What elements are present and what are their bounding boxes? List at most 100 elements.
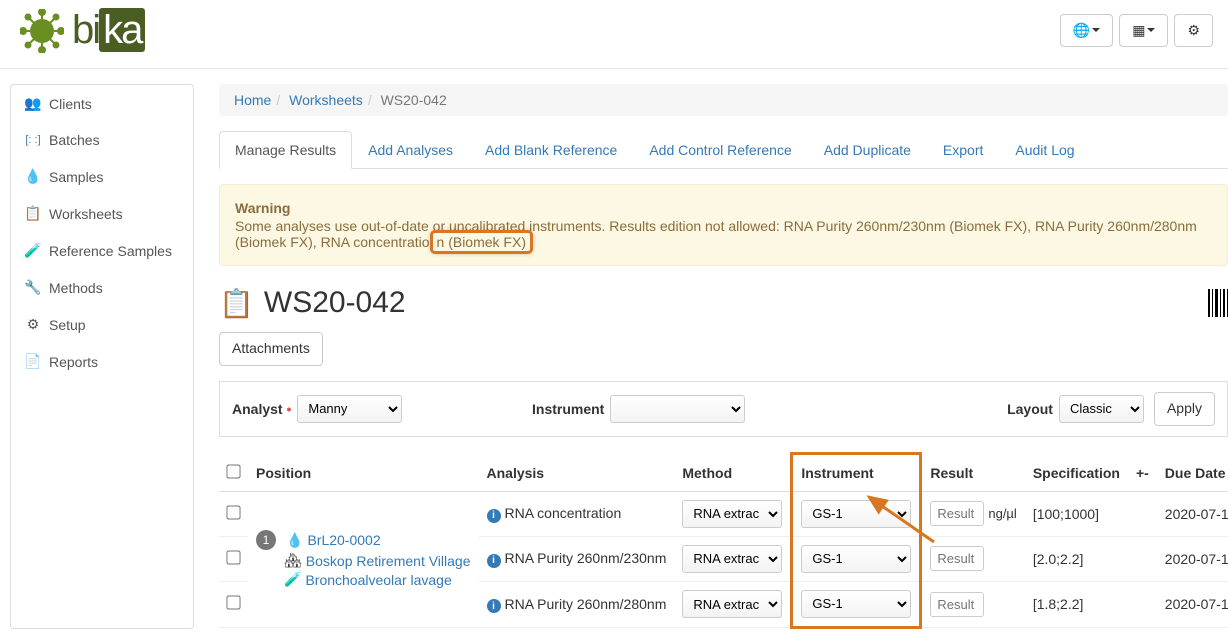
select-all-checkbox[interactable] — [226, 464, 240, 478]
analysis-name: RNA concentration — [505, 505, 622, 521]
batches-icon: [: :] — [25, 134, 41, 146]
attachments-button[interactable]: Attachments — [219, 332, 323, 366]
layout-label: Layout — [1007, 401, 1053, 417]
tab-add-control-reference[interactable]: Add Control Reference — [633, 131, 807, 169]
col-result: Result — [921, 453, 1025, 491]
page-title: WS20-042 — [264, 286, 406, 320]
client-link[interactable]: Boskop Retirement Village — [306, 553, 471, 569]
info-icon[interactable]: i — [487, 599, 501, 613]
drop-icon: 💧 — [286, 532, 303, 549]
sidebar-item-worksheets[interactable]: 📋 Worksheets — [11, 195, 193, 232]
sidebar-label: Batches — [49, 132, 100, 148]
method-select[interactable]: RNA extraction — [682, 545, 782, 573]
sidebar-item-samples[interactable]: 💧 Samples — [11, 158, 193, 195]
result-input[interactable] — [930, 501, 984, 526]
apply-button[interactable]: Apply — [1154, 392, 1215, 426]
page-title-row: 📋 WS20-042 — [219, 286, 1228, 320]
table-header-row: Position Analysis Method Instrument Resu… — [219, 453, 1228, 491]
analyst-select[interactable]: Manny — [297, 395, 402, 423]
col-instrument: Instrument — [792, 453, 921, 491]
duedate-value: 2020-07-11 — [1165, 551, 1228, 567]
col-method: Method — [674, 453, 792, 491]
breadcrumb: Home/ Worksheets/ WS20-042 — [219, 84, 1228, 116]
sidebar-label: Reports — [49, 354, 98, 370]
worksheets-icon: 📋 — [25, 205, 41, 222]
info-icon[interactable]: i — [487, 554, 501, 568]
globe-icon: 🌐 — [1073, 21, 1090, 41]
sidebar-item-clients[interactable]: 👥Clients — [11, 85, 193, 122]
barcode-icon — [1208, 289, 1228, 317]
analysis-name: RNA Purity 260nm/230nm — [505, 550, 667, 566]
instrument-select[interactable]: GS-1 — [801, 590, 911, 618]
sidebar-item-reports[interactable]: 📄 Reports — [11, 343, 193, 380]
apps-button[interactable]: ▦ — [1119, 14, 1168, 48]
filter-row: Analyst • Manny Instrument Layout Classi… — [219, 381, 1228, 437]
instrument-select[interactable]: GS-1 — [801, 545, 911, 573]
reports-icon: 📄 — [25, 353, 41, 370]
sidebar-item-setup[interactable]: ⚙Setup — [11, 306, 193, 343]
analyst-label: Analyst • — [232, 401, 291, 417]
results-table: Position Analysis Method Instrument Resu… — [219, 452, 1228, 629]
sidebar-item-reference-samples[interactable]: 🧪 Reference Samples — [11, 232, 193, 269]
analysis-name: RNA Purity 260nm/280nm — [505, 596, 667, 612]
methods-icon: 🔧 — [25, 279, 41, 296]
breadcrumb-home[interactable]: Home — [234, 92, 271, 108]
tab-audit-log[interactable]: Audit Log — [999, 131, 1090, 169]
row-checkbox[interactable] — [226, 505, 240, 519]
layout-select[interactable]: Classic — [1059, 395, 1144, 423]
col-plusminus: +- — [1128, 453, 1157, 491]
info-icon[interactable]: i — [487, 509, 501, 523]
language-button[interactable]: 🌐 — [1060, 14, 1113, 48]
row-checkbox[interactable] — [226, 550, 240, 564]
sidebar-item-batches[interactable]: [: :] Batches — [11, 122, 193, 158]
tab-add-analyses[interactable]: Add Analyses — [352, 131, 469, 169]
main-content: Home/ Worksheets/ WS20-042 Manage Result… — [219, 84, 1228, 629]
sidebar-label: Samples — [49, 169, 103, 185]
tab-add-duplicate[interactable]: Add Duplicate — [808, 131, 927, 169]
village-icon: 🏘 — [284, 552, 302, 569]
instrument-filter-select[interactable] — [610, 395, 745, 423]
clients-icon: 👥 — [25, 95, 41, 112]
tabs: Manage Results Add Analyses Add Blank Re… — [219, 131, 1228, 169]
result-input[interactable] — [930, 592, 984, 617]
settings-button[interactable]: ⚙ — [1174, 14, 1213, 48]
sample-link[interactable]: BrL20-0002 — [307, 532, 380, 548]
topbar-right: 🌐 ▦ ⚙ — [1060, 14, 1213, 48]
row-checkbox[interactable] — [226, 596, 240, 610]
breadcrumb-worksheets[interactable]: Worksheets — [289, 92, 363, 108]
tab-export[interactable]: Export — [927, 131, 999, 169]
method-select[interactable]: RNA extraction — [682, 590, 782, 618]
duedate-value: 2020-07-11 — [1165, 596, 1228, 612]
method-select[interactable]: RNA extraction — [682, 500, 782, 528]
result-unit: ng/µl — [988, 506, 1016, 521]
sidebar: 👥Clients [: :] Batches 💧 Samples 📋 Workshee… — [10, 84, 194, 629]
sidebar-label: Reference Samples — [49, 243, 172, 259]
virus-icon — [20, 9, 64, 53]
result-input[interactable] — [930, 546, 984, 571]
topbar: bika 🌐 ▦ ⚙ — [0, 0, 1228, 69]
specification-value: [100;1000] — [1025, 491, 1128, 536]
sidebar-item-methods[interactable]: 🔧Methods — [11, 269, 193, 306]
tab-add-blank-reference[interactable]: Add Blank Reference — [469, 131, 633, 169]
table-row: 1 💧 BrL20-0002 🏘 Boskop Retirement Villa… — [219, 491, 1228, 536]
logo-text: bika — [72, 8, 145, 53]
logo: bika — [20, 8, 145, 53]
col-analysis: Analysis — [479, 453, 675, 491]
duedate-value: 2020-07-11 — [1165, 506, 1228, 522]
instrument-filter-label: Instrument — [532, 401, 604, 417]
flask-icon: 🧪 — [284, 571, 301, 588]
instrument-select[interactable]: GS-1 — [801, 500, 911, 528]
col-specification: Specification — [1025, 453, 1128, 491]
samples-icon: 💧 — [25, 168, 41, 185]
warning-alert: Warning Some analyses use out-of-date or… — [219, 184, 1228, 266]
specification-value: [2.0;2.2] — [1025, 536, 1128, 581]
sampletype-link[interactable]: Bronchoalveolar lavage — [305, 572, 451, 588]
reference-samples-icon: 🧪 — [25, 242, 41, 259]
sidebar-label: Worksheets — [49, 206, 123, 222]
col-duedate: Due Date — [1157, 453, 1228, 491]
tab-manage-results[interactable]: Manage Results — [219, 131, 352, 169]
clipboard-icon: 📋 — [219, 287, 254, 320]
grid-icon: ▦ — [1132, 21, 1145, 41]
warning-title: Warning — [235, 200, 1212, 216]
setup-icon: ⚙ — [25, 316, 41, 333]
